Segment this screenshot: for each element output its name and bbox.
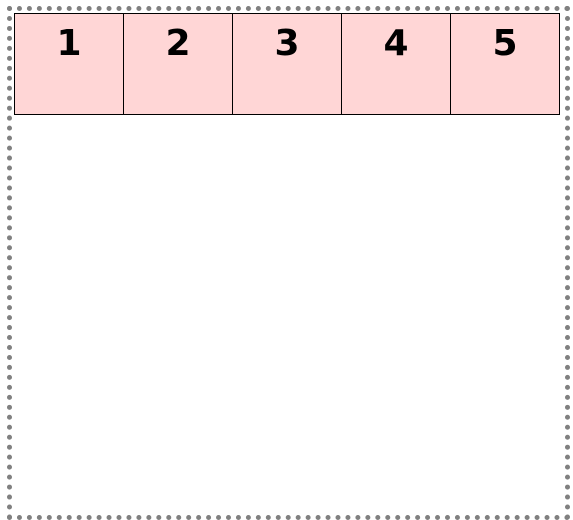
box-1-label: 1: [56, 23, 82, 64]
box-1: 1: [14, 13, 124, 115]
box-3-label: 3: [274, 23, 300, 64]
box-2-label: 2: [165, 23, 191, 64]
box-4-label: 4: [383, 23, 409, 64]
dotted-container: 1 2 3 4 5: [7, 6, 570, 520]
box-3: 3: [232, 13, 342, 115]
box-row: 1 2 3 4 5: [14, 13, 560, 115]
box-5: 5: [450, 13, 560, 115]
box-5-label: 5: [492, 23, 518, 64]
box-2: 2: [123, 13, 233, 115]
box-4: 4: [341, 13, 451, 115]
